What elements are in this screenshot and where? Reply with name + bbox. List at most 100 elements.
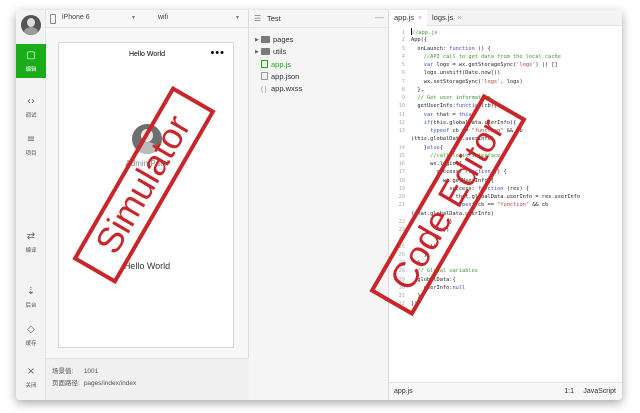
chevron-down-icon[interactable]: ▾ (132, 14, 135, 21)
code-token: else (426, 144, 440, 151)
language-mode[interactable]: JavaScript (583, 388, 616, 395)
code-token: && cb (529, 202, 549, 209)
nav-title: Hello World (128, 51, 166, 58)
tree-file-app-json[interactable]: app.json (255, 72, 299, 83)
tab-label: app.js (394, 13, 415, 22)
background-icon: ⇣ (26, 286, 36, 297)
code-token: onLaunch: (411, 45, 450, 52)
more-menu-icon[interactable]: ••• (210, 47, 225, 59)
code-line: 17 success: function () { (389, 168, 622, 176)
code-line: 5 var logs = wx.getStorageSync('logs') |… (389, 61, 622, 69)
code-token: logs = wx.getStorageSync( (433, 62, 517, 68)
tab-app-js[interactable]: app.js × (389, 10, 428, 26)
json-file-icon (261, 72, 268, 80)
tree-folder-pages[interactable]: ▶ pages (255, 35, 293, 46)
line-number: 9 (401, 95, 405, 101)
ide-window: ▢ 编辑 ‹› 调试 ≡ 项目 ⇄ 编译 ⇣ 后台 ◇ 缓存 × 关闭 iPho… (16, 10, 622, 400)
code-token: cb == (474, 202, 498, 209)
path-value: pages/index/index (83, 380, 137, 387)
line-number: 22 (398, 218, 405, 225)
code-token: logs.unshift(Date.now()) (411, 70, 501, 77)
tab-label: logs.js (432, 13, 454, 22)
sidebar-item-label: 项目 (25, 151, 37, 157)
tree-folder-utils[interactable]: ▶ utils (255, 47, 286, 58)
line-number: 12 (398, 119, 405, 126)
close-icon: × (26, 366, 36, 377)
js-file-icon (261, 60, 268, 68)
line-number: 4 (401, 53, 405, 60)
code-token: { (439, 144, 443, 151)
close-icon[interactable]: × (418, 15, 422, 22)
code-token: wx.setStorageSync( (411, 78, 482, 85)
sidebar-item-background[interactable]: ⇣ 后台 (16, 280, 46, 314)
code-token: //API call to get data from the local ca… (411, 53, 561, 60)
collapse-icon[interactable]: — (375, 12, 384, 22)
code-token: function (449, 45, 475, 52)
line-number: 16 (398, 161, 405, 167)
debug-icon: ‹› (27, 96, 35, 107)
folder-icon (261, 48, 270, 55)
code-line: 18 wx.getUserInfo({ (389, 177, 622, 185)
code-line: 7 wx.setStorageSync('logs', logs) (389, 78, 622, 86)
code-token: } (411, 144, 427, 151)
sidebar-item-cache[interactable]: ◇ 缓存 (16, 318, 46, 352)
code-line: 6 logs.unshift(Date.now()) (389, 69, 622, 77)
sidebar: ▢ 编辑 ‹› 调试 ≡ 项目 ⇄ 编译 ⇣ 后台 ◇ 缓存 × 关闭 (16, 10, 46, 400)
code-token: getUserInfo: (411, 103, 456, 110)
code-token: 'logs' (516, 62, 536, 68)
chevron-down-icon[interactable]: ▾ (236, 14, 239, 21)
project-icon: ≡ (26, 134, 36, 145)
device-select[interactable]: iPhone 6 (62, 14, 90, 21)
close-icon[interactable]: × (457, 15, 461, 22)
tab-logs-js[interactable]: logs.js × (427, 10, 466, 26)
account-avatar[interactable] (21, 15, 41, 35)
code-token: typeof (430, 128, 450, 134)
line-number: 15 (398, 152, 405, 159)
code-token: "function" (497, 202, 530, 209)
file-tree-header: ☰ Test — (249, 10, 388, 28)
line-number: 2 (401, 37, 405, 44)
code-token: null (452, 284, 466, 291)
code-line: 32}) (389, 300, 622, 308)
code-token: }, (411, 86, 424, 93)
line-number: 19 (398, 185, 405, 192)
sidebar-item-edit[interactable]: ▢ 编辑 (16, 44, 46, 78)
line-number: 11 (398, 111, 405, 118)
code-line: 2 App({ (389, 36, 622, 44)
code-token: //app.js (412, 30, 438, 36)
sidebar-item-debug[interactable]: ‹› 调试 (16, 90, 46, 124)
simulator-footer: 场景值: 1001 页面路径: pages/index/index (46, 358, 249, 400)
line-number: 8 (401, 86, 405, 93)
code-token: 'logs' (481, 78, 501, 85)
tree-node-label: utils (273, 47, 287, 56)
phone-icon (50, 14, 56, 24)
code-icon: ▢ (26, 50, 36, 61)
network-select[interactable]: wifi (158, 14, 168, 21)
line-number: 20 (398, 194, 405, 200)
sidebar-item-close[interactable]: × 关闭 (16, 360, 46, 394)
code-token: var (423, 62, 434, 68)
line-number: 5 (401, 62, 405, 68)
cursor-position: 1:1 (564, 388, 574, 395)
project-title: Test (267, 14, 281, 23)
tree-node-label: app.json (271, 72, 300, 81)
sidebar-item-label: 后台 (25, 303, 37, 309)
code-token: , logs) (500, 78, 523, 85)
line-number: 21 (398, 202, 405, 209)
line-number: 6 (401, 70, 405, 77)
code-token: App({ (411, 37, 427, 44)
sidebar-item-compile[interactable]: ⇄ 编译 (16, 225, 46, 259)
line-number: 17 (398, 169, 405, 176)
code-line: 8 }, (389, 86, 622, 94)
sidebar-item-label: 缓存 (25, 341, 37, 347)
tree-file-app-js[interactable]: app.js (255, 60, 291, 71)
cache-icon: ◇ (27, 324, 35, 335)
tree-file-app-wxss[interactable]: { } app.wxss (255, 84, 302, 95)
sidebar-item-project[interactable]: ≡ 项目 (16, 128, 46, 162)
line-number: 18 (398, 177, 405, 184)
menu-icon[interactable]: ☰ (254, 14, 261, 23)
tree-node-label: pages (273, 35, 294, 44)
